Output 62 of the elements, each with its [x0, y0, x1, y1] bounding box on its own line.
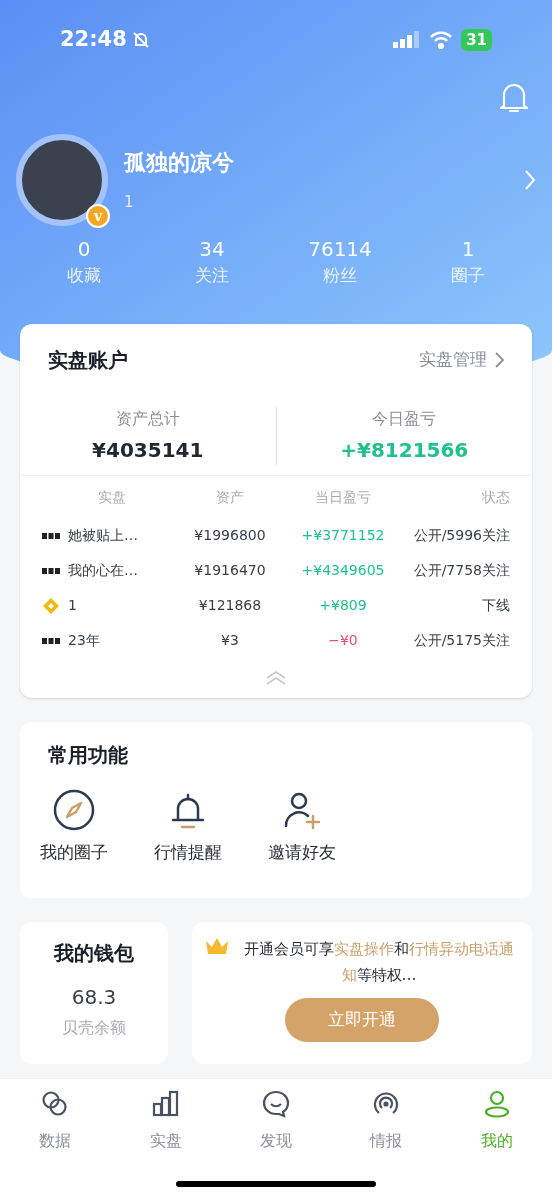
battery-indicator: 31 — [461, 29, 492, 51]
tab-bar-item[interactable]: 数据 — [0, 1089, 111, 1153]
balance-label: 贝壳余额 — [62, 1017, 126, 1039]
card-title: 实盘账户 — [48, 347, 128, 374]
exchange-logo-icon — [42, 636, 60, 645]
table-cell-text: 23年 — [68, 631, 100, 650]
bell-off-icon — [130, 30, 151, 50]
chevron-right-icon[interactable] — [524, 169, 536, 191]
wallet-balance: 68.3 — [71, 984, 117, 1011]
card-title: 常用功能 — [48, 743, 128, 767]
diamond-logo-icon — [42, 596, 60, 615]
table-cell-text: 公开/5175关注 — [412, 631, 510, 650]
chevron-right-icon — [495, 352, 504, 368]
signal-icon — [393, 31, 422, 49]
summary-label: 资产总计 — [115, 407, 180, 430]
collapse-icon[interactable] — [265, 670, 287, 686]
exchange-logo-icon — [42, 531, 60, 540]
summary-value: +¥8121566 — [340, 436, 469, 464]
table-cell-text: ¥1916470 — [193, 561, 267, 580]
stat-item[interactable]: 76114 粉丝 — [276, 236, 404, 288]
function-shortcut[interactable]: 邀请好友 — [268, 788, 336, 866]
table-cell-text: 1 — [68, 596, 77, 615]
manage-link[interactable]: 实盘管理 — [419, 347, 504, 373]
summary-label: 今日盈亏 — [372, 407, 437, 430]
table-cell-text: +¥809 — [318, 596, 368, 615]
column-header: 实盘 — [97, 488, 127, 507]
table-cell-text: 我的心在… — [68, 561, 138, 580]
table-cell-text: +¥3771152 — [300, 526, 386, 545]
table-cell-text: 公开/5996关注 — [412, 526, 510, 545]
table-cell-text: +¥4349605 — [300, 561, 386, 580]
table-cell-text: ¥3 — [220, 631, 240, 650]
username: 孤独的凉兮 — [124, 149, 235, 178]
table-cell-text: 下线 — [481, 596, 510, 615]
subscribe-button[interactable]: 立即开通 — [285, 998, 439, 1042]
function-shortcut[interactable]: 行情提醒 — [154, 788, 222, 866]
table-cell-text: ¥121868 — [197, 596, 263, 615]
status-time: 22:48 — [60, 26, 127, 54]
crown-icon — [204, 936, 230, 956]
tab-bar-item[interactable]: 实盘 — [110, 1089, 221, 1153]
chat-icon — [261, 1089, 291, 1119]
stat-item[interactable]: 1 圈子 — [404, 236, 532, 288]
exchange-logo-icon — [42, 566, 60, 575]
stat-item[interactable]: 34 关注 — [148, 236, 276, 288]
bar-chart-icon — [150, 1089, 181, 1119]
column-header: 状态 — [481, 488, 510, 507]
tab-bar-item[interactable]: 发现 — [220, 1089, 332, 1153]
column-header: 资产 — [215, 488, 245, 507]
wifi-icon — [429, 31, 454, 49]
table-cell-text: 公开/7758关注 — [412, 561, 510, 580]
vip-promo-text: 开通会员可享实盘操作和行情异动电话通知等特权… — [243, 939, 515, 986]
tab-bar-item[interactable]: 情报 — [331, 1089, 442, 1153]
table-cell-text: 她被贴上… — [68, 526, 138, 545]
user-bio: 1 — [124, 192, 135, 214]
summary-value: ¥4035141 — [92, 436, 204, 464]
compass-icon — [52, 788, 96, 832]
table-cell-text: ¥1996800 — [193, 526, 267, 545]
stat-item[interactable]: 0 收藏 — [20, 236, 148, 288]
tab-bar-item[interactable]: 我的 — [441, 1089, 552, 1153]
function-shortcut[interactable]: 我的圈子 — [40, 788, 108, 866]
table-cell-text: −¥0 — [327, 631, 359, 650]
column-header: 当日盈亏 — [314, 488, 372, 507]
card-title: 我的钱包 — [54, 940, 134, 967]
